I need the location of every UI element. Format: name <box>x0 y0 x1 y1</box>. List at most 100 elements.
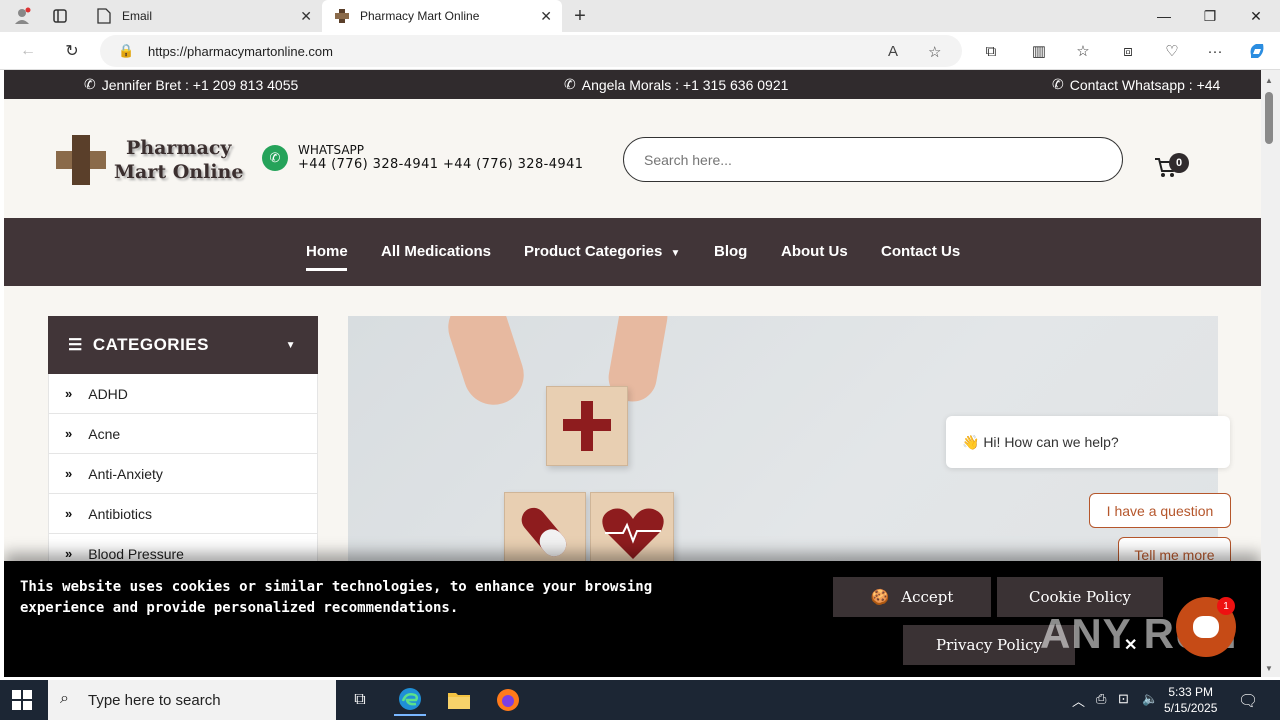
firefox-icon[interactable] <box>492 684 524 716</box>
lock-icon: 🔒 <box>118 43 135 58</box>
phone-icon: ✆ <box>84 76 96 92</box>
chat-greeting: 👋 Hi! How can we help? <box>946 416 1230 468</box>
browser-tab-bar: Email ✕ Pharmacy Mart Online ✕ + — ❐ ✕ <box>0 0 1280 32</box>
web-page: ✆ Jennifer Bret : +1 209 813 4055 ✆ Ange… <box>4 70 1261 677</box>
close-tab-icon[interactable]: ✕ <box>540 8 552 25</box>
favorite-star-icon[interactable]: ☆ <box>928 43 941 61</box>
cookie-icon: 🍪 <box>870 588 890 606</box>
chat-option-question[interactable]: I have a question <box>1089 493 1231 528</box>
nav-about-us[interactable]: About Us <box>781 243 848 260</box>
profile-icon[interactable] <box>12 6 32 26</box>
contact-jennifer[interactable]: ✆ Jennifer Bret : +1 209 813 4055 <box>84 76 298 93</box>
address-bar: ← ↻ 🔒 https://pharmacymartonline.com A ☆… <box>0 32 1280 70</box>
contact-bar: ✆ Jennifer Bret : +1 209 813 4055 ✆ Ange… <box>4 70 1261 99</box>
pharmacy-cross-icon <box>54 133 108 187</box>
nav-contact-us[interactable]: Contact Us <box>881 243 960 260</box>
performance-icon[interactable]: ♡ <box>1161 40 1183 62</box>
url-field[interactable]: 🔒 https://pharmacymartonline.com A ☆ <box>100 35 962 67</box>
caret-down-icon: ▼ <box>285 340 296 351</box>
url-text: https://pharmacymartonline.com <box>148 43 333 59</box>
device-icon[interactable]: ⎙ <box>1096 691 1106 707</box>
edge-icon[interactable] <box>394 684 426 716</box>
menu-icon: ☰ <box>68 337 83 354</box>
nav-home[interactable]: Home <box>306 243 348 260</box>
read-aloud-icon[interactable]: A <box>888 43 898 60</box>
caret-down-icon: ▼ <box>670 248 681 259</box>
nav-blog[interactable]: Blog <box>714 243 747 260</box>
chat-unread-badge: 1 <box>1217 597 1235 615</box>
main-nav: Home All Medications Product Categories … <box>4 218 1261 286</box>
chat-icon <box>1193 616 1219 638</box>
task-view-icon[interactable]: ⧉ <box>344 684 376 716</box>
tab-actions-icon[interactable] <box>50 6 70 26</box>
split-screen-icon[interactable]: ▥ <box>1028 40 1050 62</box>
logo-line1: Pharmacy <box>126 137 232 159</box>
search-input[interactable] <box>623 137 1123 182</box>
system-clock[interactable]: 5:33 PM 5/15/2025 <box>1164 684 1217 716</box>
nav-all-medications[interactable]: All Medications <box>381 243 491 260</box>
logo-line2: Mart Online <box>114 161 244 183</box>
tab-label: Pharmacy Mart Online <box>360 9 480 23</box>
contact-angela[interactable]: ✆ Angela Morals : +1 315 636 0921 <box>564 76 788 93</box>
nav-product-categories[interactable]: Product Categories ▼ <box>524 243 680 260</box>
category-item[interactable]: » Acne <box>48 414 318 454</box>
network-icon[interactable]: ⊡ <box>1118 691 1129 707</box>
extensions-icon[interactable]: ⧉ <box>980 40 1002 62</box>
double-chevron-icon: » <box>65 386 73 401</box>
file-explorer-icon[interactable] <box>443 684 475 716</box>
categories-panel: ☰ CATEGORIES ▼ » ADHD » Acne » Anti-Anxiety… <box>48 316 318 574</box>
vertical-scrollbar[interactable]: ▲ ▼ <box>1261 70 1280 677</box>
notifications-icon[interactable]: 🗨 <box>1238 691 1258 711</box>
search-icon: ⌕ <box>60 690 69 707</box>
refresh-icon[interactable]: ↻ <box>60 40 84 62</box>
heart-block <box>590 492 674 572</box>
site-header: Pharmacy Mart Online ✆ WHATSAPP +44 (776… <box>4 99 1261 218</box>
windows-taskbar: ⌕ Type here to search ⧉ ︿ ⎙ ⊡ 🔈 5:33 PM … <box>0 680 1280 720</box>
pill-block <box>504 492 586 572</box>
document-icon <box>96 8 112 24</box>
restore-icon[interactable]: ❐ <box>1190 4 1230 28</box>
taskbar-search[interactable]: ⌕ Type here to search <box>48 680 336 720</box>
whatsapp-title: WHATSAPP <box>298 143 365 157</box>
double-chevron-icon: » <box>65 506 73 521</box>
double-chevron-icon: » <box>65 426 73 441</box>
phone-icon: ✆ <box>1052 76 1064 92</box>
cross-block <box>546 386 628 466</box>
tab-email[interactable]: Email ✕ <box>84 0 322 32</box>
site-logo[interactable]: Pharmacy Mart Online <box>54 133 243 187</box>
pharmacy-logo-icon <box>334 8 350 24</box>
cart-count-badge: 0 <box>1169 153 1189 173</box>
new-tab-icon[interactable]: + <box>570 5 590 27</box>
copilot-icon[interactable] <box>1246 40 1268 62</box>
scroll-down-icon[interactable]: ▼ <box>1265 664 1273 673</box>
whatsapp-icon: ✆ <box>262 145 288 171</box>
volume-icon[interactable]: 🔈 <box>1142 691 1158 707</box>
back-icon[interactable]: ← <box>16 40 40 62</box>
windows-start-icon[interactable] <box>12 690 32 710</box>
scroll-thumb[interactable] <box>1265 92 1273 144</box>
double-chevron-icon: » <box>65 546 73 561</box>
tab-label: Email <box>122 9 153 23</box>
more-menu-icon[interactable]: ··· <box>1204 40 1226 62</box>
whatsapp-numbers: +44 (776) 328-4941 +44 (776) 328-4941 <box>298 157 584 172</box>
double-chevron-icon: » <box>65 466 73 481</box>
category-item[interactable]: » Antibiotics <box>48 494 318 534</box>
collections-icon[interactable]: ⧈ <box>1117 40 1139 62</box>
categories-header[interactable]: ☰ CATEGORIES ▼ <box>48 316 318 374</box>
category-item[interactable]: » Anti-Anxiety <box>48 454 318 494</box>
tray-chevron-icon[interactable]: ︿ <box>1072 691 1085 710</box>
contact-whatsapp[interactable]: ✆ Contact Whatsapp : +44 <box>1052 76 1220 93</box>
active-indicator <box>306 268 347 271</box>
close-window-icon[interactable]: ✕ <box>1236 4 1276 28</box>
category-item[interactable]: » ADHD <box>48 374 318 414</box>
phone-icon: ✆ <box>564 76 576 92</box>
minimize-icon[interactable]: — <box>1144 4 1184 28</box>
whatsapp-contact[interactable]: ✆ WHATSAPP +44 (776) 328-4941 +44 (776) … <box>262 143 583 172</box>
scroll-up-icon[interactable]: ▲ <box>1265 76 1273 85</box>
tab-pharmacy[interactable]: Pharmacy Mart Online ✕ <box>322 0 562 32</box>
cookie-message: This website uses cookies or similar tec… <box>20 579 653 616</box>
favorites-icon[interactable]: ☆ <box>1072 40 1094 62</box>
close-tab-icon[interactable]: ✕ <box>300 8 312 25</box>
accept-cookies-button[interactable]: 🍪 Accept <box>833 577 991 617</box>
close-cookie-icon[interactable]: ✕ <box>1124 635 1137 655</box>
